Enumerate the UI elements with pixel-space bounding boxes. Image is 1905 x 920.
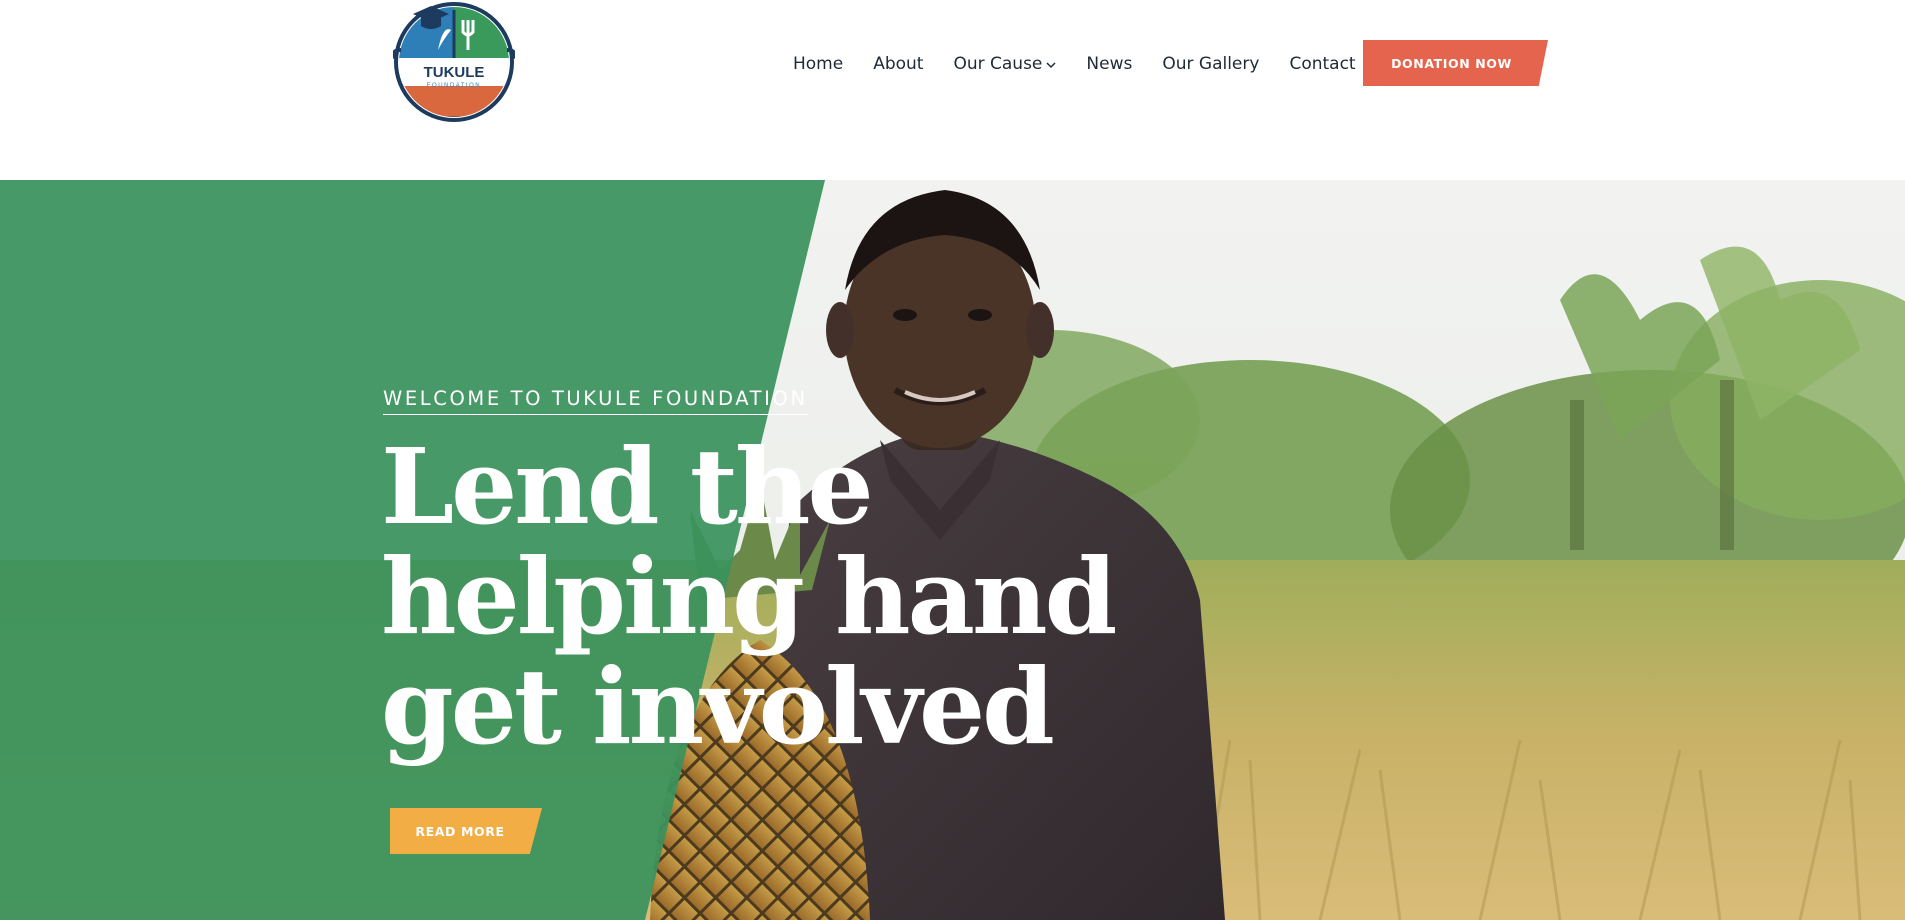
donation-now-button[interactable]: DONATION NOW <box>1363 40 1548 86</box>
logo-wordmark: TUKULE <box>424 64 485 81</box>
logo-subtitle: FOUNDATION <box>427 83 481 89</box>
hero-headline-line: helping hand <box>381 535 1117 658</box>
site-header: TUKULE FOUNDATION Home About Our Cause N… <box>0 0 1905 180</box>
nav-item-news[interactable]: News <box>1086 54 1132 74</box>
read-more-button[interactable]: READ MORE <box>390 808 542 854</box>
chevron-down-icon <box>1046 59 1056 72</box>
hero-headline-line: Lend the <box>381 425 874 548</box>
hero-headline-line: get involved <box>381 645 1055 768</box>
hero-eyebrow: WELCOME TO TUKULE FOUNDATION <box>383 387 808 415</box>
hero-headline: Lend the helping hand get involved <box>381 425 1117 768</box>
hero-section: WELCOME TO TUKULE FOUNDATION Lend the he… <box>0 180 1905 920</box>
tukule-foundation-logo[interactable]: TUKULE FOUNDATION <box>391 0 517 124</box>
nav-item-label: Our Cause <box>953 54 1043 74</box>
nav-item-label: About <box>873 54 924 74</box>
nav-item-our-cause[interactable]: Our Cause <box>953 54 1056 74</box>
nav-item-our-gallery[interactable]: Our Gallery <box>1162 54 1259 74</box>
nav-item-label: Contact <box>1289 54 1356 74</box>
nav-item-label: Home <box>793 54 844 74</box>
main-navigation: Home About Our Cause News Our Gallery Co… <box>793 54 1386 74</box>
nav-item-about[interactable]: About <box>873 54 923 74</box>
nav-item-label: News <box>1086 54 1133 74</box>
nav-item-contact[interactable]: Contact <box>1289 54 1355 74</box>
nav-item-home[interactable]: Home <box>793 54 843 74</box>
nav-item-label: Our Gallery <box>1162 54 1260 74</box>
